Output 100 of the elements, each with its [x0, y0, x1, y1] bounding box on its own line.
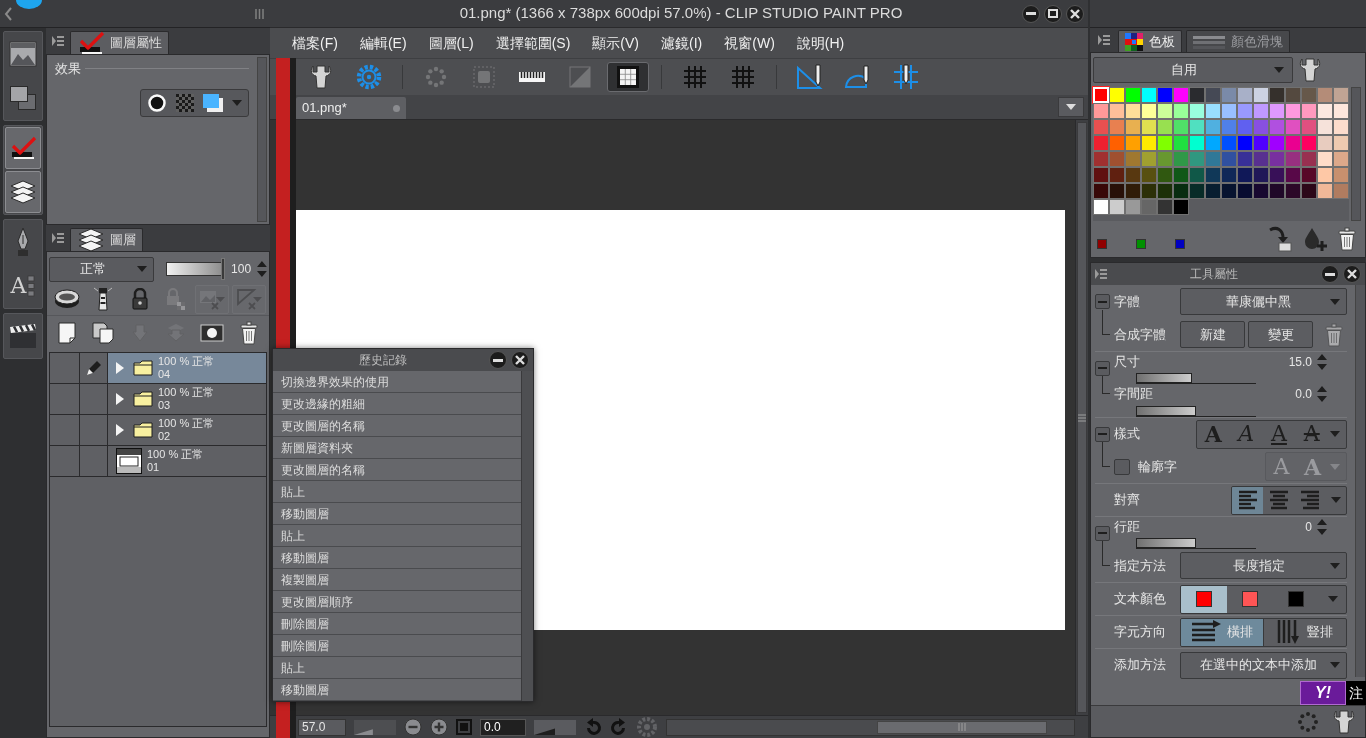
- menu-item[interactable]: 說明(H): [790, 32, 851, 54]
- swatch-icon[interactable]: [1157, 135, 1173, 151]
- panel-menu-icon[interactable]: [52, 36, 64, 46]
- slider-track[interactable]: [1136, 538, 1256, 550]
- swatch-icon[interactable]: [1205, 103, 1221, 119]
- swatch-icon[interactable]: [1285, 151, 1301, 167]
- swatch-icon[interactable]: [1333, 103, 1349, 119]
- ime-mode-label[interactable]: 注: [1346, 681, 1366, 705]
- swatch-icon[interactable]: [1093, 135, 1109, 151]
- history-item[interactable]: 刪除圖層: [273, 635, 521, 657]
- swatch-icon[interactable]: [1333, 167, 1349, 183]
- menu-item[interactable]: 濾鏡(I): [655, 32, 709, 54]
- direction-option[interactable]: 橫排: [1181, 618, 1263, 646]
- caret-right-icon[interactable]: [116, 393, 124, 405]
- swatch-icon[interactable]: [1157, 87, 1173, 103]
- layer-item[interactable]: 100 % 正常 03: [108, 384, 266, 414]
- swatch-icon[interactable]: [1333, 119, 1349, 135]
- swatch-icon[interactable]: [1253, 103, 1269, 119]
- collapse-toggle[interactable]: [1095, 525, 1110, 541]
- menu-item[interactable]: 視窗(W): [718, 32, 781, 54]
- minimize-button[interactable]: [1321, 265, 1339, 283]
- swatch-icon[interactable]: [1253, 119, 1269, 135]
- collapse-toggle[interactable]: [1095, 294, 1110, 309]
- history-item[interactable]: 複製圖層: [273, 569, 521, 591]
- swatch-icon[interactable]: [1333, 183, 1349, 199]
- swatch-icon[interactable]: [1157, 103, 1173, 119]
- swatch-icon[interactable]: [1221, 119, 1237, 135]
- panel-tab[interactable]: 色板: [1118, 30, 1182, 52]
- swatch-icon[interactable]: [1333, 151, 1349, 167]
- menu-item[interactable]: 編輯(E): [353, 32, 413, 54]
- wrench-icon[interactable]: [1333, 709, 1355, 734]
- swatch-icon[interactable]: [1301, 103, 1317, 119]
- swatch-icon[interactable]: [1221, 167, 1237, 183]
- history-item[interactable]: 貼上: [273, 657, 521, 679]
- history-item[interactable]: 移動圖層: [273, 547, 521, 569]
- swatch-icon[interactable]: [1093, 103, 1109, 119]
- swatch-icon[interactable]: [1237, 103, 1253, 119]
- history-item[interactable]: 新圖層資料夾: [273, 437, 521, 459]
- rotation-slider[interactable]: [534, 719, 576, 735]
- swatch-icon[interactable]: [1189, 119, 1205, 135]
- swatch-icon[interactable]: [1237, 135, 1253, 151]
- zoom-field[interactable]: 57.0: [298, 718, 346, 736]
- swatch-icon[interactable]: [1317, 135, 1333, 151]
- swatch-icon[interactable]: [1173, 183, 1189, 199]
- swatch-icon[interactable]: [1141, 151, 1157, 167]
- swatch-icon[interactable]: [1125, 135, 1141, 151]
- swatch-icon[interactable]: [1109, 103, 1125, 119]
- panel-menu-icon[interactable]: [52, 233, 64, 243]
- swatch-icon[interactable]: [1189, 135, 1205, 151]
- swatch-icon[interactable]: [1317, 167, 1333, 183]
- swatch-icon[interactable]: [1269, 167, 1285, 183]
- swatch-icon[interactable]: [1253, 167, 1269, 183]
- horizontal-scrollbar[interactable]: [666, 718, 1075, 736]
- wrench-icon[interactable]: [1299, 58, 1321, 82]
- swatch-icon[interactable]: [1333, 135, 1349, 151]
- semicircle-icon[interactable]: [16, 0, 42, 9]
- swatch-icon[interactable]: [1189, 151, 1205, 167]
- swatch-icon[interactable]: [1285, 135, 1301, 151]
- close-button[interactable]: [511, 351, 529, 369]
- swatch-icon[interactable]: [1189, 103, 1205, 119]
- rotate-left-button[interactable]: [584, 718, 602, 736]
- swatch-icon[interactable]: [1221, 183, 1237, 199]
- menu-item[interactable]: 顯示(V): [586, 32, 646, 54]
- swatch-icon[interactable]: [1205, 183, 1221, 199]
- minimize-button[interactable]: [1022, 4, 1040, 23]
- swatch-icon[interactable]: [1269, 103, 1285, 119]
- maximize-button[interactable]: [1044, 4, 1062, 23]
- slider-thumb[interactable]: [221, 258, 226, 280]
- swatch-icon[interactable]: [1317, 151, 1333, 167]
- swatch-icon[interactable]: [1253, 135, 1269, 151]
- swatch-icon[interactable]: [1221, 103, 1237, 119]
- swatch-icon[interactable]: [1301, 151, 1317, 167]
- push-button[interactable]: 新建: [1180, 321, 1245, 348]
- drop-plus-icon[interactable]: [1303, 227, 1327, 251]
- checkbox[interactable]: [1114, 458, 1130, 475]
- scrollbar-thumb[interactable]: [877, 720, 1047, 734]
- swatch-icon[interactable]: [1189, 167, 1205, 183]
- swatch-icon[interactable]: [1205, 151, 1221, 167]
- trash-icon[interactable]: [1337, 227, 1357, 251]
- layer-item[interactable]: 100 % 正常 01: [108, 446, 266, 476]
- swatch-icon[interactable]: [1173, 103, 1189, 119]
- swatch-icon[interactable]: [1157, 167, 1173, 183]
- swatch-icon[interactable]: [1269, 151, 1285, 167]
- swatch-icon[interactable]: [1125, 167, 1141, 183]
- swatch-icon[interactable]: [1269, 183, 1285, 199]
- history-item[interactable]: 更改圖層的名稱: [273, 415, 521, 437]
- swatch-icon[interactable]: [1125, 103, 1141, 119]
- history-item[interactable]: 移動圖層: [273, 503, 521, 525]
- swatch-icon[interactable]: [1301, 183, 1317, 199]
- swatch-icon[interactable]: [1269, 87, 1285, 103]
- menu-item[interactable]: 選擇範圍(S): [489, 32, 577, 54]
- history-item[interactable]: 更改圖層的名稱: [273, 459, 521, 481]
- zoom-in-button[interactable]: [430, 718, 448, 736]
- swatch-icon[interactable]: [1157, 119, 1173, 135]
- swatch-icon[interactable]: [1093, 167, 1109, 183]
- align-option[interactable]: [1232, 486, 1263, 514]
- swatch-icon[interactable]: [1141, 199, 1157, 215]
- swatch-icon[interactable]: [1141, 119, 1157, 135]
- reset-rotation-button[interactable]: [636, 716, 658, 738]
- swatch-icon[interactable]: [1269, 135, 1285, 151]
